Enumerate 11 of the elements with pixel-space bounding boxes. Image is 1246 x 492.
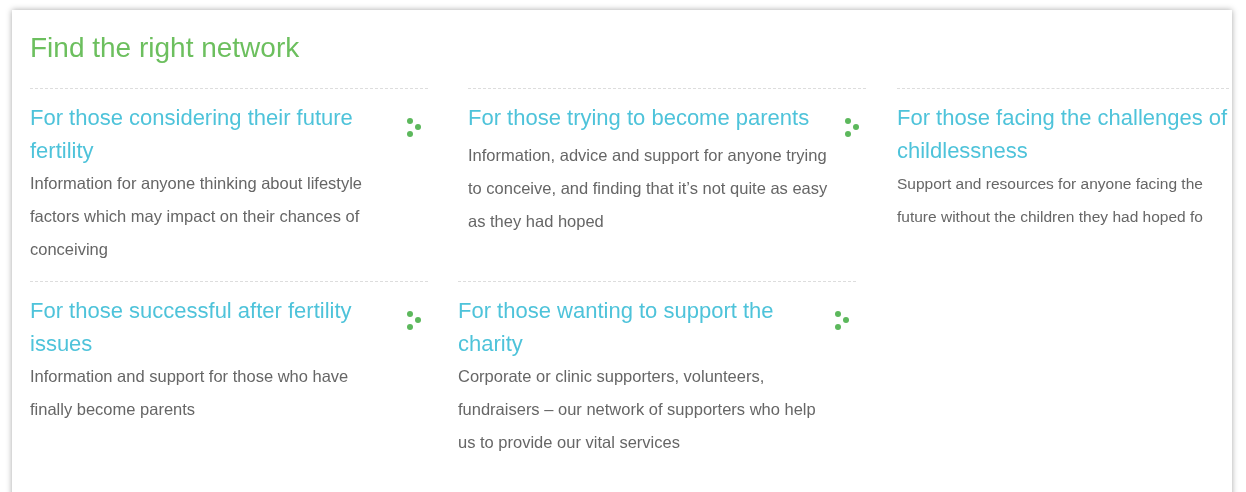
network-link[interactable]: For those facing the challenges of childlessness: [897, 101, 1229, 167]
network-link[interactable]: For those considering their future fertility: [30, 101, 400, 167]
network-description: Corporate or clinic supporters, volunteers, fundraisers – our network of supporters who help us to provide our vital services: [458, 366, 817, 453]
network-description: Support and resources for anyone facing the future without the children they had hoped fo: [897, 174, 1204, 227]
network-link[interactable]: For those wanting to support the charity: [458, 294, 828, 360]
section-title: Find the right network: [30, 31, 301, 65]
network-description: Information and support for those who have finally become parents: [30, 366, 350, 420]
network-link[interactable]: For those successful after fertility issues: [30, 294, 400, 360]
network-link[interactable]: For those trying to become parents: [468, 101, 838, 134]
network-description: Information, advice and support for anyone trying to conceive, and finding that it’s not quite as easy as they had hoped: [468, 145, 828, 232]
network-description: Information for anyone thinking about lifestyle factors which may impact on their chances of conceiving: [30, 173, 364, 260]
